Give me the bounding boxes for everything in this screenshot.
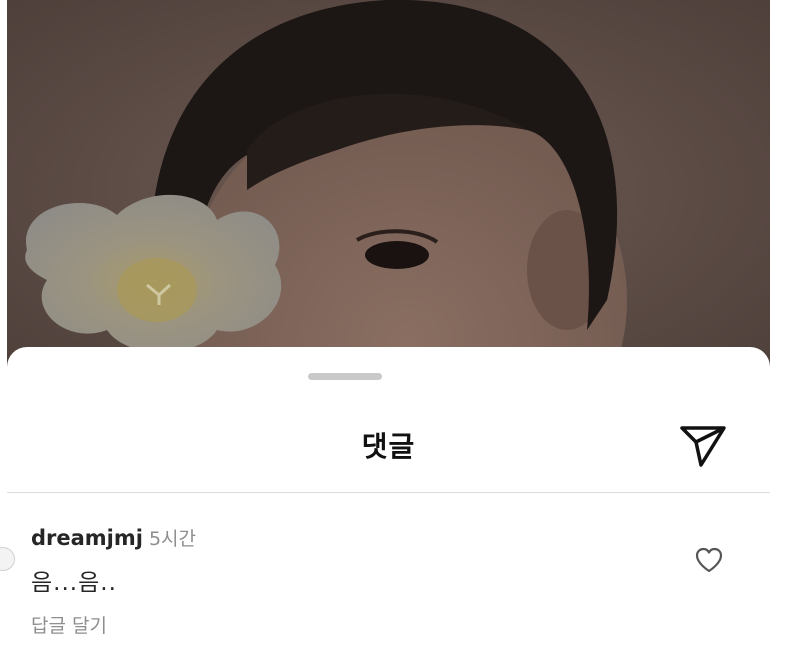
comment-header: dreamjmj 5시간 [31, 524, 196, 551]
heart-outline-icon [695, 547, 723, 573]
comment-text: 음...음.. [31, 570, 117, 596]
paper-plane-icon [680, 426, 726, 467]
comment-username[interactable]: dreamjmj [31, 526, 143, 550]
sheet-divider [7, 492, 770, 493]
avatar[interactable] [0, 547, 15, 571]
post-photo [7, 0, 770, 380]
like-button[interactable] [694, 545, 724, 575]
comments-sheet: 댓글 dreamjmj 5시간 음...음.. 답글 달기 [0, 347, 770, 667]
sheet-title: 댓글 [361, 430, 416, 463]
comment-timestamp: 5시간 [148, 528, 197, 550]
sheet-drag-handle[interactable] [308, 373, 382, 380]
comment-item: dreamjmj 5시간 음...음.. 답글 달기 [0, 512, 770, 652]
share-button[interactable] [679, 425, 727, 469]
reply-button[interactable]: 답글 달기 [31, 611, 107, 638]
